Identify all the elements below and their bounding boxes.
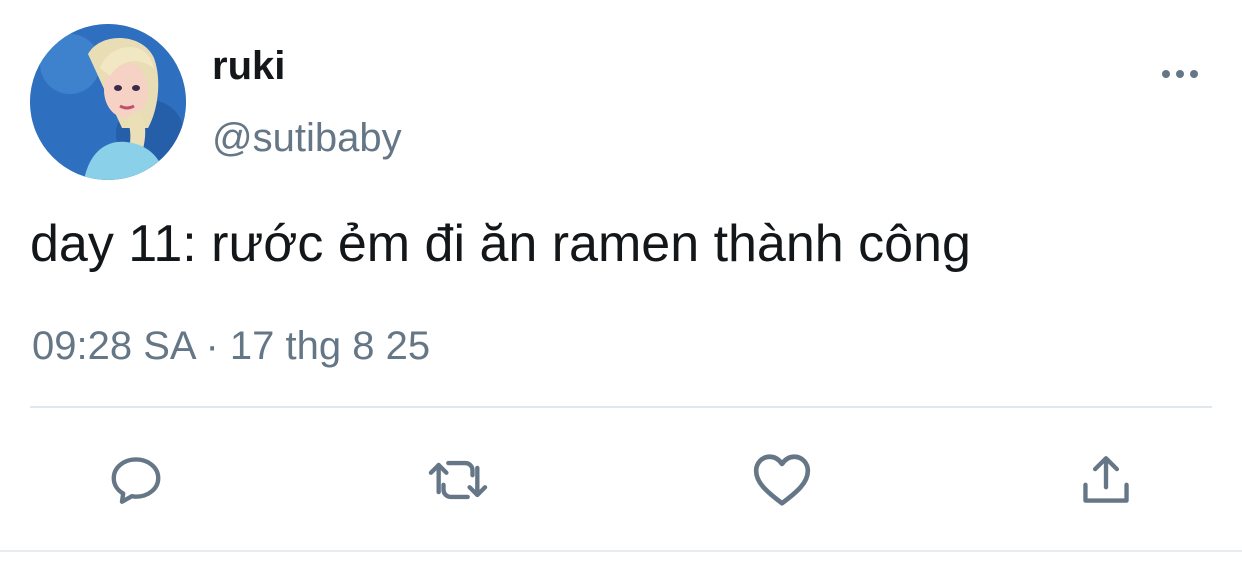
display-name[interactable]: ruki xyxy=(212,42,285,90)
more-icon xyxy=(1162,70,1198,78)
reply-button[interactable] xyxy=(104,448,168,512)
more-options-button[interactable] xyxy=(1152,56,1208,92)
like-button[interactable] xyxy=(750,448,814,512)
tweet-text: day 11: rước ẻm đi ăn ramen thành công xyxy=(30,215,971,273)
retweet-button[interactable] xyxy=(426,448,490,512)
timestamp[interactable]: 09:28 SA · 17 thg 8 25 xyxy=(32,322,430,370)
handle[interactable]: @sutibaby xyxy=(212,114,402,162)
retweet-icon xyxy=(428,460,488,500)
reply-icon xyxy=(111,457,161,504)
divider xyxy=(30,406,1212,408)
bottom-divider xyxy=(0,550,1242,552)
avatar[interactable] xyxy=(30,24,186,180)
avatar-icon xyxy=(30,24,186,180)
share-icon xyxy=(1083,456,1129,503)
share-button[interactable] xyxy=(1074,448,1138,512)
heart-icon xyxy=(753,454,811,506)
